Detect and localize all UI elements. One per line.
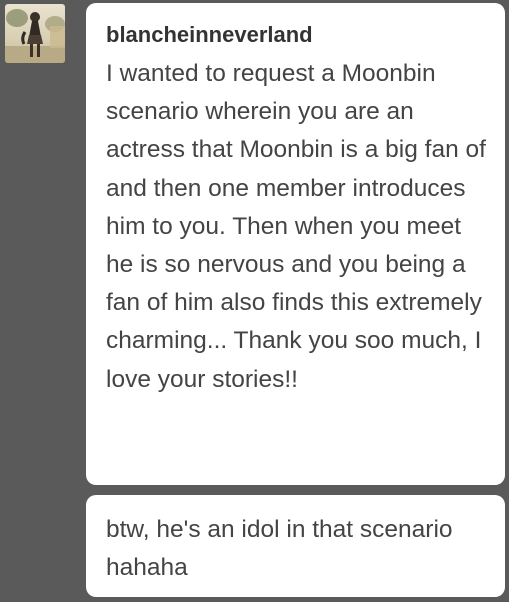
avatar[interactable] [5,4,65,63]
sender-username[interactable]: blancheinneverland [106,21,491,49]
message-bubble: blancheinneverland I wanted to request a… [86,3,505,485]
message-text-followup: btw, he's an idol in that scenario hahah… [106,516,453,582]
user-avatar-photo-icon [5,4,65,63]
message-bubble-followup: btw, he's an idol in that scenario hahah… [86,495,505,597]
message-text: I wanted to request a Moonbin scenario w… [106,60,486,393]
